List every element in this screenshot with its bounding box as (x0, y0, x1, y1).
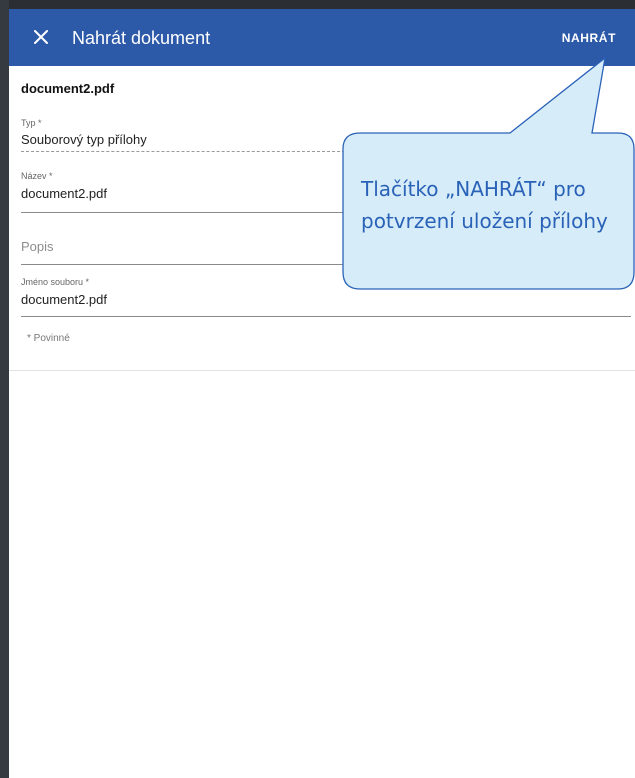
device-frame-left (0, 0, 9, 778)
section-divider (9, 370, 635, 371)
document-heading: document2.pdf (21, 81, 115, 96)
callout-bubble (342, 56, 635, 290)
device-frame-top (0, 0, 635, 9)
type-field-label: Typ * (21, 118, 42, 128)
name-field-value[interactable]: document2.pdf (21, 186, 107, 201)
required-note: * Povinné (27, 333, 70, 344)
close-button[interactable] (29, 25, 53, 49)
callout-text: Tlačítko „NAHRÁT“ pro potvrzení uložení … (361, 177, 608, 233)
type-field-value[interactable]: Souborový typ přílohy (21, 132, 147, 147)
close-icon (34, 30, 48, 44)
page-title: Nahrát dokument (72, 28, 211, 48)
name-field-label: Název * (21, 171, 53, 181)
file-name-field-value[interactable]: document2.pdf (21, 292, 107, 307)
file-name-field-label: Jméno souboru * (21, 277, 90, 287)
file-name-field-underline (21, 316, 631, 317)
description-placeholder[interactable]: Popis (21, 239, 54, 254)
